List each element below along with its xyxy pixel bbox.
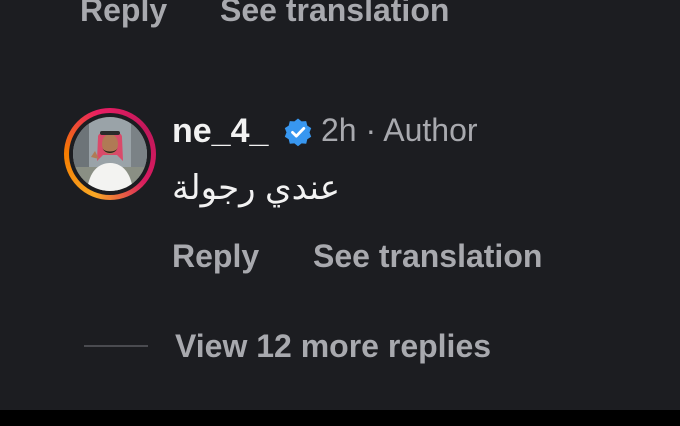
avatar[interactable] <box>64 108 156 200</box>
bottom-edge <box>0 410 680 426</box>
previous-reply-button[interactable]: Reply <box>80 0 167 26</box>
reply-button[interactable]: Reply <box>172 240 259 272</box>
view-more-replies-button[interactable]: View 12 more replies <box>175 330 491 362</box>
replies-divider <box>84 345 148 347</box>
comments-thread: Reply See translation ne_4_ 2h · Author … <box>0 0 680 410</box>
avatar-photo <box>73 117 147 191</box>
verified-badge-icon <box>284 118 312 147</box>
comment-username[interactable]: ne_4_ <box>172 114 268 148</box>
see-translation-button[interactable]: See translation <box>313 240 542 272</box>
comment-text: عندي رجولة <box>172 169 341 207</box>
comment-meta: 2h · Author <box>321 112 478 148</box>
previous-see-translation-button[interactable]: See translation <box>220 0 449 26</box>
